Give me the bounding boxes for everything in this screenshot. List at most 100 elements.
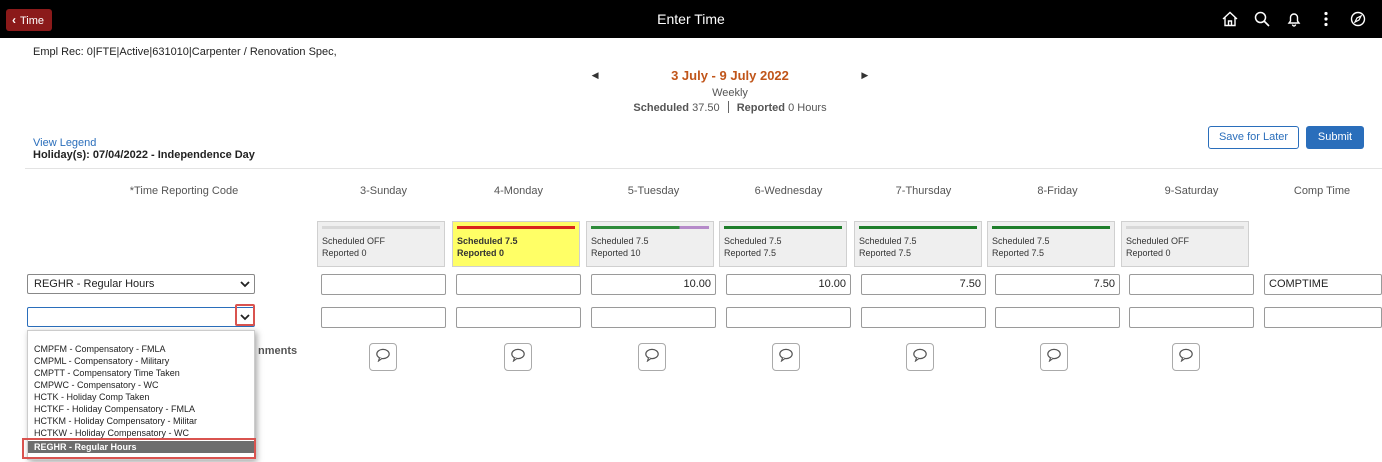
speech-bubble-icon: [912, 348, 928, 367]
home-icon[interactable]: [1214, 9, 1246, 29]
time-reporting-code-header: *Time Reporting Code: [129, 185, 239, 197]
day-summary-box: Scheduled 7.5 Reported 10: [586, 221, 714, 267]
day-column-header: 4-Monday: [494, 185, 543, 197]
save-for-later-button[interactable]: Save for Later: [1208, 126, 1299, 149]
day-summary-box: Scheduled 7.5 Reported 0: [452, 221, 580, 267]
day-reported: Reported 0: [457, 248, 505, 258]
day-status-bar: [1126, 226, 1244, 229]
more-vertical-icon[interactable]: [1310, 9, 1342, 29]
day-summary-text: Scheduled OFF Reported 0: [322, 235, 385, 259]
period-summary: Scheduled 37.50 Reported 0 Hours: [540, 101, 920, 114]
dropdown-option[interactable]: HCTKM - Holiday Compensatory - Militar: [34, 415, 197, 427]
dropdown-option[interactable]: CMPTT - Compensatory Time Taken: [34, 367, 180, 379]
comment-button[interactable]: [1172, 343, 1200, 371]
day-column-header: 9-Saturday: [1164, 185, 1219, 197]
trc-select-row-1[interactable]: REGHR - Regular Hours: [27, 274, 255, 294]
period-frequency: Weekly: [712, 87, 748, 99]
day-scheduled: Scheduled 7.5: [457, 236, 518, 246]
reported-label: Reported: [736, 102, 786, 114]
dropdown-option[interactable]: CMPWC - Compensatory - WC: [34, 379, 159, 391]
comment-button[interactable]: [504, 343, 532, 371]
day-column-header: 3-Sunday: [359, 185, 408, 197]
day-summary-text: Scheduled 7.5 Reported 0: [457, 235, 518, 259]
day-reported: Reported 7.5: [992, 248, 1045, 258]
hours-input[interactable]: [321, 307, 446, 328]
day-reported: Reported 0: [1126, 248, 1171, 258]
hours-input[interactable]: [995, 307, 1120, 328]
hours-input[interactable]: [456, 307, 581, 328]
page-title: Enter Time: [657, 11, 725, 27]
day-status-bar: [724, 226, 842, 229]
search-icon[interactable]: [1246, 9, 1278, 29]
hours-input[interactable]: 10.00: [591, 274, 716, 295]
hours-input[interactable]: [1129, 307, 1254, 328]
previous-period-icon[interactable]: ◀: [585, 70, 605, 81]
dropdown-option[interactable]: HCTKF - Holiday Compensatory - FMLA: [34, 403, 195, 415]
day-summary-text: Scheduled 7.5 Reported 7.5: [992, 235, 1050, 259]
hours-input[interactable]: [1129, 274, 1254, 295]
top-bar: ‹ Time Enter Time: [0, 0, 1382, 38]
period-date-range: 3 July - 9 July 2022: [671, 68, 789, 83]
next-period-icon[interactable]: ▶: [855, 70, 875, 81]
comment-button[interactable]: [638, 343, 666, 371]
speech-bubble-icon: [1046, 348, 1062, 367]
day-summary-box: Scheduled OFF Reported 0: [1121, 221, 1249, 267]
speech-bubble-icon: [375, 348, 391, 367]
day-summary-text: Scheduled 7.5 Reported 7.5: [859, 235, 917, 259]
hours-input[interactable]: 10.00: [726, 274, 851, 295]
comment-button[interactable]: [369, 343, 397, 371]
hours-input[interactable]: [861, 307, 986, 328]
dropdown-option[interactable]: CMPFM - Compensatory - FMLA: [34, 343, 166, 355]
summary-separator: [727, 101, 729, 113]
day-scheduled: Scheduled 7.5: [992, 236, 1050, 246]
day-reported: Reported 7.5: [859, 248, 912, 258]
day-status-bar: [591, 226, 709, 229]
compass-icon[interactable]: [1342, 9, 1374, 29]
bell-icon[interactable]: [1278, 9, 1310, 29]
day-summary-box: Scheduled 7.5 Reported 7.5: [987, 221, 1115, 267]
scheduled-value: 37.50: [692, 102, 720, 114]
dropdown-option[interactable]: CMPML - Compensatory - Military: [34, 355, 169, 367]
day-summary-text: Scheduled 7.5 Reported 10: [591, 235, 649, 259]
reported-value: 0 Hours: [788, 102, 827, 114]
hours-input[interactable]: 7.50: [861, 274, 986, 295]
comp-time-input[interactable]: COMPTIME: [1264, 274, 1382, 295]
day-column-header: 6-Wednesday: [754, 185, 823, 197]
day-reported: Reported 7.5: [724, 248, 777, 258]
day-scheduled: Scheduled OFF: [322, 236, 386, 246]
submit-button[interactable]: Submit: [1306, 126, 1364, 149]
day-summary-box: Scheduled 7.5 Reported 7.5: [719, 221, 847, 267]
day-scheduled: Scheduled 7.5: [591, 236, 649, 246]
hours-input[interactable]: [726, 307, 851, 328]
comment-button[interactable]: [772, 343, 800, 371]
day-column-header: 8-Friday: [1037, 185, 1078, 197]
day-column-header: 5-Tuesday: [627, 185, 680, 197]
selected-option-highlight: [22, 438, 256, 459]
speech-bubble-icon: [510, 348, 526, 367]
hours-input[interactable]: [591, 307, 716, 328]
hours-input[interactable]: [321, 274, 446, 295]
comp-time-input[interactable]: [1264, 307, 1382, 328]
comp-time-header: Comp Time: [1293, 185, 1351, 197]
trc-select-value: REGHR - Regular Hours: [34, 278, 155, 290]
trc-select-row-2[interactable]: [27, 307, 255, 327]
speech-bubble-icon: [778, 348, 794, 367]
chevron-down-icon[interactable]: [237, 275, 253, 293]
day-summary-box: Scheduled 7.5 Reported 7.5: [854, 221, 982, 267]
day-status-bar: [322, 226, 440, 229]
day-reported: Reported 0: [322, 248, 367, 258]
day-scheduled: Scheduled 7.5: [724, 236, 782, 246]
speech-bubble-icon: [644, 348, 660, 367]
employee-record: Empl Rec: 0|FTE|Active|631010|Carpenter …: [33, 46, 337, 58]
view-legend-link[interactable]: View Legend: [33, 137, 96, 149]
hours-input[interactable]: [456, 274, 581, 295]
hours-input[interactable]: 7.50: [995, 274, 1120, 295]
dropdown-button-highlight: [235, 304, 255, 326]
day-reported: Reported 10: [591, 248, 641, 258]
holiday-info: Holiday(s): 07/04/2022 - Independence Da…: [33, 149, 255, 161]
comments-label: nments: [258, 345, 298, 357]
comment-button[interactable]: [906, 343, 934, 371]
comment-button[interactable]: [1040, 343, 1068, 371]
dropdown-option[interactable]: HCTK - Holiday Comp Taken: [34, 391, 149, 403]
day-scheduled: Scheduled 7.5: [859, 236, 917, 246]
